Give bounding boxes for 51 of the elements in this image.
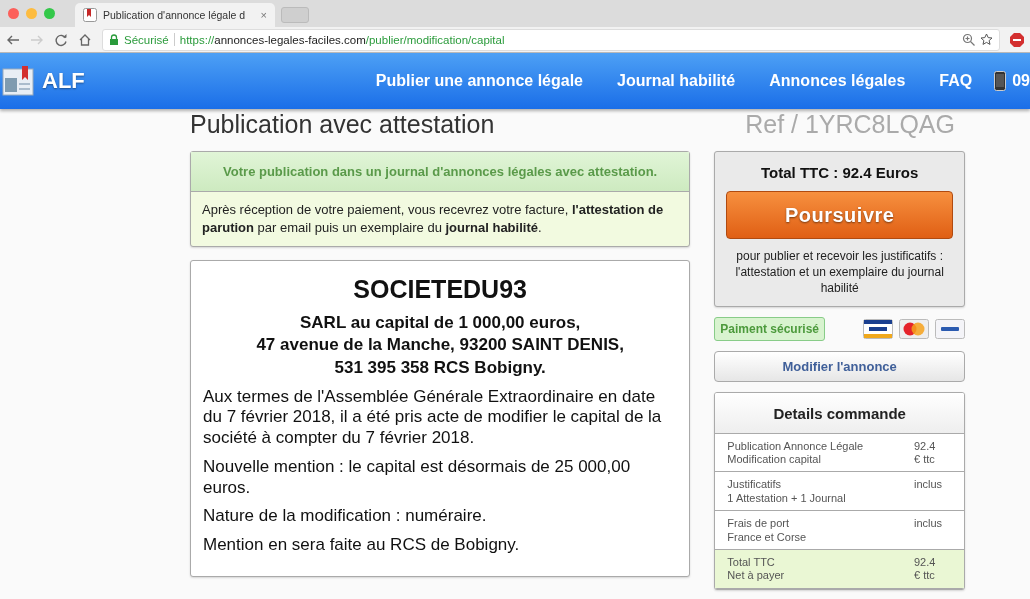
close-tab-button[interactable]: × <box>260 9 267 21</box>
phone-number: 09 <box>1012 72 1030 90</box>
security-label: Sécurisé <box>124 33 169 46</box>
details-title: Details commande <box>715 392 964 434</box>
item-price: 92.4 € ttc <box>914 556 937 583</box>
logo-text: ALF <box>42 68 85 94</box>
announcement-paragraph: Nature de la modification : numéraire. <box>203 506 488 528</box>
zoom-icon[interactable] <box>962 33 975 46</box>
tab-title: Publication d'annonce légale d <box>103 9 247 21</box>
star-icon[interactable] <box>980 33 993 46</box>
home-icon[interactable] <box>78 32 92 47</box>
continue-button[interactable]: Poursuivre <box>726 191 953 239</box>
reload-icon[interactable] <box>54 32 68 47</box>
announcement-paragraph: Nouvelle mention : le capital est désormais de 25 000,00 euros. <box>203 456 632 499</box>
announcement-paragraph: Mention en sera faite au RCS de Bobigny. <box>203 535 521 556</box>
item-label: Total TTC Net à payer <box>727 556 786 583</box>
nav-link[interactable]: Journal habilité <box>617 72 736 90</box>
payment-card-icon <box>935 318 965 339</box>
lock-icon <box>109 33 119 46</box>
item-price: inclus <box>914 478 944 493</box>
reference-number: Ref / 1YRC8LQAG <box>745 110 955 139</box>
url-text: https://annonces-legales-faciles.com/publier/modification/capital <box>179 33 505 46</box>
item-label: Frais de port France et Corse <box>727 517 808 544</box>
edit-announcement-button[interactable]: Modifier l'annonce <box>714 350 965 382</box>
continue-note: pour publier et recevoir les justificatifs : l'attestation et un exemplaire du journal habilité <box>734 248 945 297</box>
secure-payment-badge: Paiment sécurisé <box>714 316 826 341</box>
company-info-line: 531 395 358 RCS Bobigny. <box>333 356 547 379</box>
browser-tab[interactable]: Publication d'annonce légale d × <box>75 3 275 27</box>
nav-link[interactable]: Publier une annonce légale <box>375 72 583 90</box>
company-info-line: SARL au capital de 1 000,00 euros, <box>299 312 582 335</box>
nav-link[interactable]: Annonces légales <box>769 72 906 90</box>
company-name: SOCIETEDU93 <box>352 275 528 305</box>
address-bar[interactable]: Sécurisé https://annonces-legales-faciles.com/publier/modification/capital <box>102 28 1000 51</box>
phone-icon <box>994 71 1007 91</box>
company-info-line: 47 avenue de la Manche, 93200 SAINT DENIS, <box>255 334 625 357</box>
item-price: inclus <box>914 517 944 532</box>
bookmark-favicon-icon <box>83 8 97 22</box>
item-label: Publication Annonce Légale Modification capital <box>727 439 865 467</box>
notice-title: Votre publication dans un journal d'annonces légales avec attestation. <box>191 152 690 192</box>
page-title: Publication avec attestation <box>190 110 495 139</box>
item-label: Justificatifs 1 Attestation + 1 Journal <box>727 478 847 506</box>
announcement-paragraph: Aux termes de l'Assemblée Générale Extraordinaire en date du 7 février 2018, il a été pris acte de modifier le capital de la société à compter du 7 février 2018. <box>203 386 663 449</box>
nav-link[interactable]: FAQ <box>939 72 973 90</box>
circles-card-icon <box>899 318 929 339</box>
adblock-icon[interactable] <box>1010 32 1024 47</box>
total-price: Total TTC : 92.4 Euros <box>760 164 920 181</box>
notice-text: Après réception de votre paiement, vous recevrez votre facture, l'attestation de parution par email puis un exemplaire du journal habilité. <box>201 201 665 238</box>
card-icon <box>863 318 893 339</box>
close-window-button[interactable] <box>8 8 19 19</box>
newspaper-logo-icon <box>2 66 34 96</box>
item-price: 92.4 € ttc <box>914 439 937 467</box>
